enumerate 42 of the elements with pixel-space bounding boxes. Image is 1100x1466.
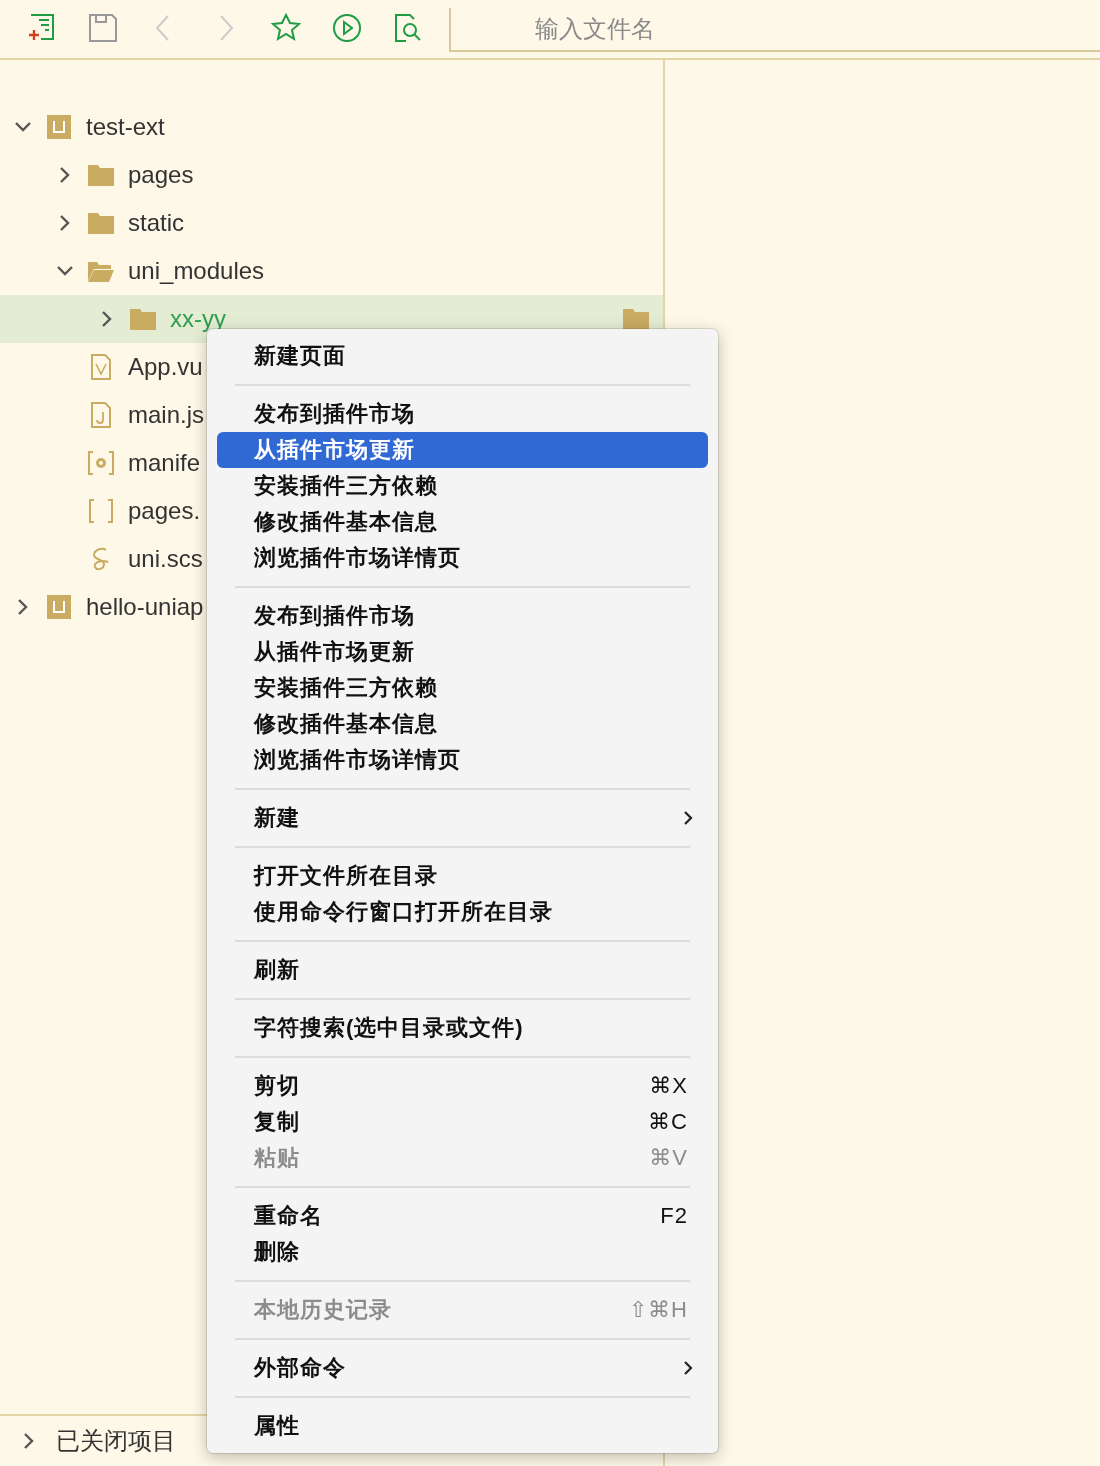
tree-item-label[interactable]: pages: [128, 161, 194, 189]
tree-item-label[interactable]: manife: [128, 449, 201, 477]
tree-item-label[interactable]: test-ext: [86, 113, 165, 141]
menu-item[interactable]: 新建: [217, 800, 708, 836]
menu-item[interactable]: 修改插件基本信息: [217, 504, 708, 540]
config-file-icon: [86, 448, 116, 478]
menu-item[interactable]: 使用命令行窗口打开所在目录: [217, 894, 708, 930]
menu-item[interactable]: 发布到插件市场: [217, 396, 708, 432]
tree-item-label[interactable]: pages.: [128, 497, 201, 525]
tree-item-label[interactable]: main.js: [128, 401, 205, 429]
tree-item-label[interactable]: uni_modules: [128, 257, 265, 285]
project-icon: [44, 592, 74, 622]
project-icon: [44, 112, 74, 142]
menu-item[interactable]: 安装插件三方依赖: [217, 468, 708, 504]
menu-item[interactable]: 从插件市场更新: [217, 634, 708, 670]
shortcut-label: F2: [660, 1203, 688, 1229]
shortcut-label: ⌘X: [649, 1073, 688, 1099]
menu-item[interactable]: 外部命令: [217, 1350, 708, 1386]
tree-item-label[interactable]: uni.scs: [128, 545, 203, 573]
menu-item[interactable]: 发布到插件市场: [217, 598, 708, 634]
shortcut-label: ⌘C: [648, 1109, 688, 1135]
menu-item[interactable]: 修改插件基本信息: [217, 706, 708, 742]
menu-item[interactable]: 安装插件三方依赖: [217, 670, 708, 706]
tree-item-label[interactable]: static: [128, 209, 184, 237]
menu-item[interactable]: 浏览插件市场详情页: [217, 742, 708, 778]
closed-projects-label[interactable]: 已关闭项目: [56, 1425, 176, 1457]
menu-item[interactable]: 刷新: [217, 952, 708, 988]
menu-item[interactable]: 复制 ⌘C: [217, 1104, 708, 1140]
menu-item[interactable]: 字符搜索(选中目录或文件): [217, 1010, 708, 1046]
shortcut-label: ⇧⌘H: [628, 1297, 688, 1323]
menu-item[interactable]: 删除: [217, 1234, 708, 1270]
shortcut-label: ⌘V: [649, 1145, 688, 1171]
menu-item[interactable]: 重命名 F2: [217, 1198, 708, 1234]
menu-item[interactable]: 从插件市场更新: [217, 432, 708, 468]
menu-item[interactable]: 属性: [217, 1408, 708, 1444]
menu-item[interactable]: 浏览插件市场详情页: [217, 540, 708, 576]
menu-item[interactable]: 打开文件所在目录: [217, 858, 708, 894]
file-search-field[interactable]: 输入文件名: [449, 8, 1100, 52]
json-file-icon: [86, 496, 116, 526]
tree-item-label[interactable]: hello-uniap: [86, 593, 204, 621]
tree-item-label[interactable]: App.vu: [128, 353, 203, 381]
menu-item[interactable]: 剪切 ⌘X: [217, 1068, 708, 1104]
